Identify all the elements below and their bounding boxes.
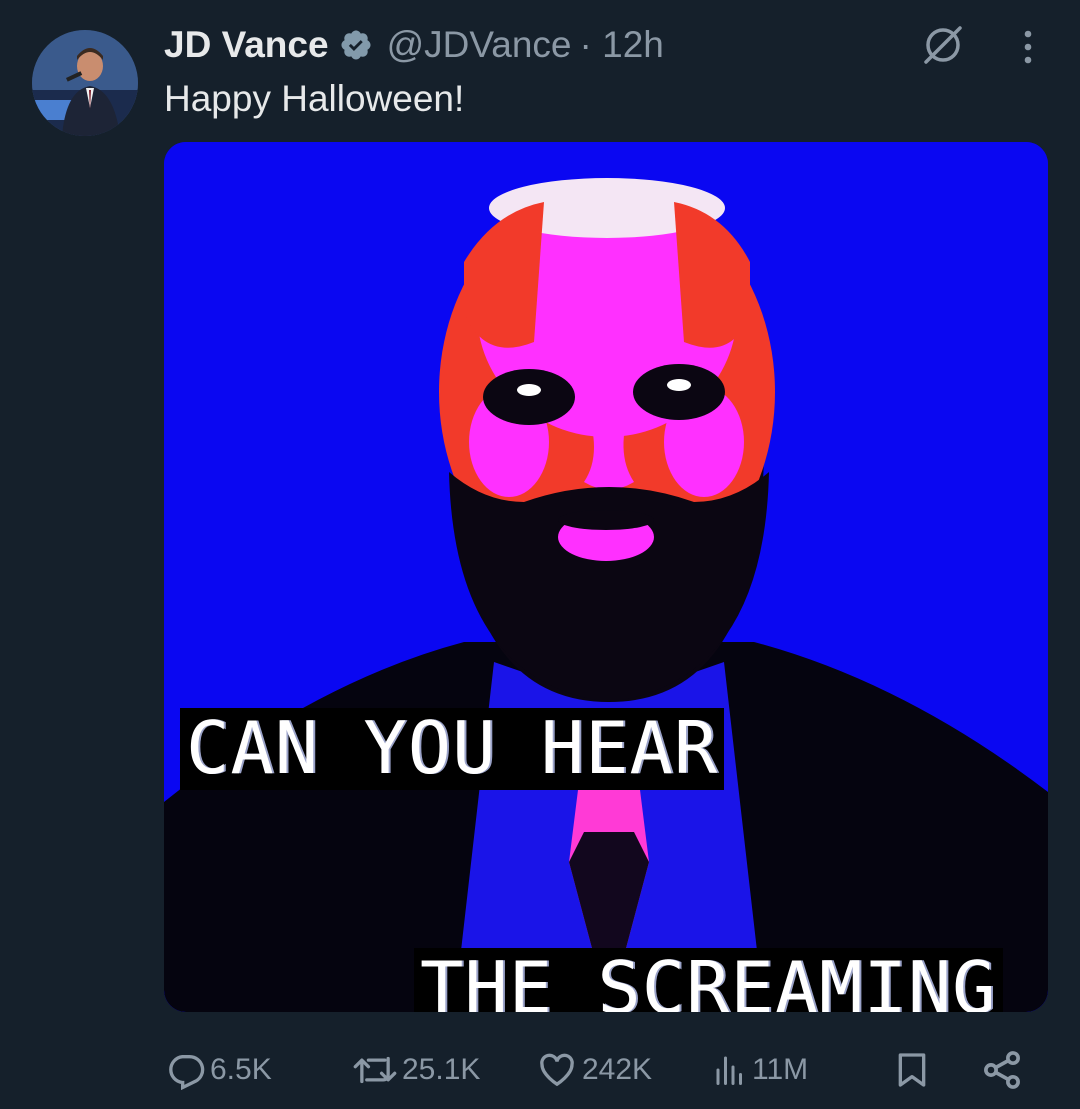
reply-count: 6.5K (210, 1053, 272, 1086)
repost-button[interactable]: 25.1K (352, 1038, 480, 1102)
views-button[interactable]: 11M (712, 1038, 808, 1102)
heart-icon (536, 1050, 578, 1090)
tweet-media-image[interactable]: CAN YOU HEAR THE SCREAMING (164, 142, 1048, 1012)
verified-badge-icon (339, 28, 373, 62)
tweet-time[interactable]: · 12h (580, 24, 664, 66)
author-handle[interactable]: @JDVance (387, 24, 572, 66)
reply-button[interactable]: 6.5K (166, 1038, 272, 1102)
like-button[interactable]: 242K (536, 1038, 652, 1102)
reply-icon (166, 1050, 206, 1090)
bookmark-button[interactable] (892, 1038, 932, 1102)
tweet-header: JD Vance @JDVance · 12h (164, 20, 664, 70)
views-count: 11M (752, 1053, 809, 1086)
tweet-text: Happy Halloween! (164, 78, 465, 119)
media-caption-line1: CAN YOU HEAR (180, 708, 725, 790)
tweet-action-bar: 6.5K 25.1K 242K 11M (0, 1038, 1080, 1102)
share-button[interactable] (980, 1038, 1024, 1102)
bookmark-icon (892, 1048, 932, 1092)
author-avatar[interactable] (32, 30, 138, 136)
media-caption-line2: THE SCREAMING (414, 948, 1003, 1012)
media-illustration (164, 142, 1048, 1012)
more-icon[interactable] (1008, 22, 1048, 70)
share-icon (980, 1048, 1024, 1092)
repost-icon (352, 1050, 398, 1090)
author-name[interactable]: JD Vance (164, 24, 329, 66)
grok-icon[interactable] (920, 22, 966, 68)
views-icon (712, 1050, 748, 1090)
like-count: 242K (582, 1053, 653, 1086)
repost-count: 25.1K (402, 1053, 481, 1086)
